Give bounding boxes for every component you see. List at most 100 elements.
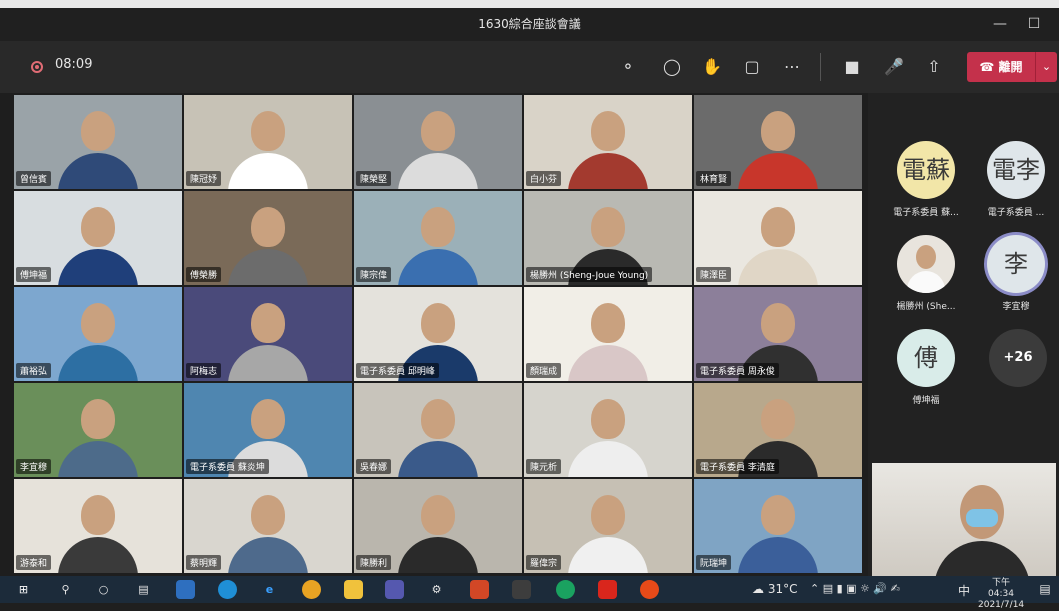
participant-body bbox=[58, 537, 138, 573]
minimize-button[interactable]: — bbox=[983, 8, 1017, 41]
maximize-button[interactable]: ☐ bbox=[1017, 8, 1051, 41]
avatar-initials: 電李 bbox=[992, 156, 1040, 184]
cortana-icon[interactable]: ○ bbox=[94, 580, 113, 599]
participant-head bbox=[761, 495, 795, 535]
settings-gear-icon[interactable]: ⚙ bbox=[427, 580, 446, 599]
participant-head bbox=[251, 111, 285, 151]
leave-options-chevron-icon[interactable]: ⌄ bbox=[1035, 52, 1057, 82]
more-participants-button[interactable]: +26 bbox=[989, 329, 1047, 387]
participant-video-tile[interactable]: 蕭裕弘 bbox=[14, 287, 182, 381]
participant-video-tile[interactable]: 李宜穆 bbox=[14, 383, 182, 477]
participant-avatar[interactable]: 傅 bbox=[897, 329, 955, 387]
camera-icon[interactable]: ■ bbox=[836, 51, 868, 83]
weather-temperature: 31°C bbox=[767, 582, 798, 596]
participant-name-label: 曾信賓 bbox=[16, 171, 52, 186]
participant-name-label: 陳元析 bbox=[526, 459, 562, 474]
participant-body bbox=[568, 345, 648, 381]
participants-icon[interactable]: ⚬ bbox=[612, 51, 644, 83]
participant-video-tile[interactable]: 電子系委員 蘇炎坤 bbox=[184, 383, 352, 477]
participant-video-tile[interactable]: 陳榮堅 bbox=[354, 95, 522, 189]
participant-name-label: 傅榮勝 bbox=[186, 267, 222, 282]
participant-video-tile[interactable]: 電子系委員 邱明峰 bbox=[354, 287, 522, 381]
chrome-icon[interactable] bbox=[302, 580, 321, 599]
participant-name-label: 蔡明輝 bbox=[186, 555, 222, 570]
share-screen-icon[interactable]: ⇧ bbox=[918, 51, 950, 83]
participant-video-tile[interactable]: 楊勝州 (Sheng-Joue Young) bbox=[524, 191, 692, 285]
participant-head bbox=[591, 207, 625, 247]
participant-avatar-label: 電子系委員 ... bbox=[987, 208, 1045, 218]
taskbar-clock[interactable]: 下午 04:34 2021/7/14 bbox=[978, 578, 1024, 611]
participant-avatar[interactable]: 電李 bbox=[987, 141, 1045, 199]
participant-head bbox=[591, 495, 625, 535]
participant-video-tile[interactable]: 傅榮勝 bbox=[184, 191, 352, 285]
chrome-profile-icon[interactable] bbox=[556, 580, 575, 599]
participant-head bbox=[591, 303, 625, 343]
participant-video-tile[interactable]: 陳澤臣 bbox=[694, 191, 862, 285]
avatar-initials: 電蘇 bbox=[902, 156, 950, 184]
participant-name-label: 阿梅志 bbox=[186, 363, 222, 378]
participant-name-label: 電子系委員 周永俊 bbox=[696, 363, 779, 378]
notification-center-icon[interactable]: ▤ bbox=[1036, 580, 1054, 598]
participant-name-label: 電子系委員 邱明峰 bbox=[356, 363, 439, 378]
participant-video-tile[interactable]: 陳勝利 bbox=[354, 479, 522, 573]
participant-body bbox=[738, 153, 818, 189]
participant-video-tile[interactable]: 吳春娜 bbox=[354, 383, 522, 477]
participant-video-tile[interactable]: 陳宗偉 bbox=[354, 191, 522, 285]
task-view-icon[interactable]: ▤ bbox=[134, 580, 153, 599]
participant-video-tile[interactable]: 陳冠妤 bbox=[184, 95, 352, 189]
weather-widget[interactable]: ☁ 31°C bbox=[752, 582, 797, 596]
participant-name-label: 陳榮堅 bbox=[356, 171, 392, 186]
system-tray-icons[interactable]: ⌃ ▤ ▮ ▣ ☼ 🔊 ✍ bbox=[810, 582, 900, 595]
internet-explorer-icon[interactable]: e bbox=[260, 580, 279, 599]
participant-name-label: 傅坤福 bbox=[16, 267, 52, 282]
chrome-alt-icon[interactable] bbox=[640, 580, 659, 599]
participant-avatar-label: 楊勝州 (She... bbox=[896, 302, 956, 312]
participant-video-tile[interactable]: 游泰和 bbox=[14, 479, 182, 573]
participant-video-tile[interactable]: 曾信賓 bbox=[14, 95, 182, 189]
participant-body bbox=[738, 249, 818, 285]
participant-head bbox=[251, 399, 285, 439]
participant-head bbox=[421, 111, 455, 151]
participant-photo-avatar[interactable] bbox=[897, 235, 955, 293]
participant-video-tile[interactable]: 電子系委員 周永俊 bbox=[694, 287, 862, 381]
participant-body bbox=[398, 537, 478, 573]
participant-name-label: 阮瑞坤 bbox=[696, 555, 732, 570]
acrobat-icon[interactable] bbox=[598, 580, 617, 599]
participant-video-tile[interactable]: 電子系委員 李清庭 bbox=[694, 383, 862, 477]
more-actions-icon[interactable]: ⋯ bbox=[776, 51, 808, 83]
windows-start-icon[interactable]: ⊞ bbox=[14, 580, 33, 599]
speaking-participant-avatar[interactable]: 李 bbox=[987, 235, 1045, 293]
participant-name-label: 白小芬 bbox=[526, 171, 562, 186]
participant-name-label: 陳宗偉 bbox=[356, 267, 392, 282]
participant-name-label: 陳勝利 bbox=[356, 555, 392, 570]
teams-icon[interactable] bbox=[385, 580, 404, 599]
participant-video-tile[interactable]: 羅偉宗 bbox=[524, 479, 692, 573]
chat-icon[interactable]: ◯ bbox=[656, 51, 688, 83]
participant-video-tile[interactable]: 傅坤福 bbox=[14, 191, 182, 285]
participant-head bbox=[251, 207, 285, 247]
search-icon[interactable]: ⚲ bbox=[56, 580, 75, 599]
participant-video-tile[interactable]: 蔡明輝 bbox=[184, 479, 352, 573]
participant-video-tile[interactable]: 陳元析 bbox=[524, 383, 692, 477]
file-explorer-icon[interactable] bbox=[344, 580, 363, 599]
participant-head bbox=[81, 111, 115, 151]
participant-avatar[interactable]: 電蘇 bbox=[897, 141, 955, 199]
rooms-icon[interactable]: ▢ bbox=[736, 51, 768, 83]
edge-icon[interactable] bbox=[218, 580, 237, 599]
input-method-indicator[interactable]: 中 bbox=[958, 582, 970, 599]
participant-video-tile[interactable]: 顏瑞成 bbox=[524, 287, 692, 381]
participant-video-tile[interactable]: 阿梅志 bbox=[184, 287, 352, 381]
participant-video-tile[interactable]: 白小芬 bbox=[524, 95, 692, 189]
participant-video-tile[interactable]: 阮瑞坤 bbox=[694, 479, 862, 573]
participants-side-panel: 電蘇 電子系委員 蘇... 電李 電子系委員 ... 楊勝州 (She... 李… bbox=[868, 93, 1059, 576]
participant-body bbox=[228, 537, 308, 573]
leave-button[interactable]: ☎ 離開 bbox=[967, 52, 1035, 82]
participant-video-tile[interactable]: 林育賢 bbox=[694, 95, 862, 189]
avatar-photo-face bbox=[916, 245, 936, 269]
meeting-toolbar: 08:09 ⚬ ◯ ✋ ▢ ⋯ ■ 🎤 ⇧ ☎ 離開 ⌄ bbox=[0, 41, 1059, 93]
reactions-icon[interactable]: ✋ bbox=[696, 51, 728, 83]
microphone-icon[interactable]: 🎤 bbox=[878, 51, 910, 83]
app-icon[interactable] bbox=[512, 580, 531, 599]
powerpoint-icon[interactable] bbox=[470, 580, 489, 599]
store-icon[interactable] bbox=[176, 580, 195, 599]
